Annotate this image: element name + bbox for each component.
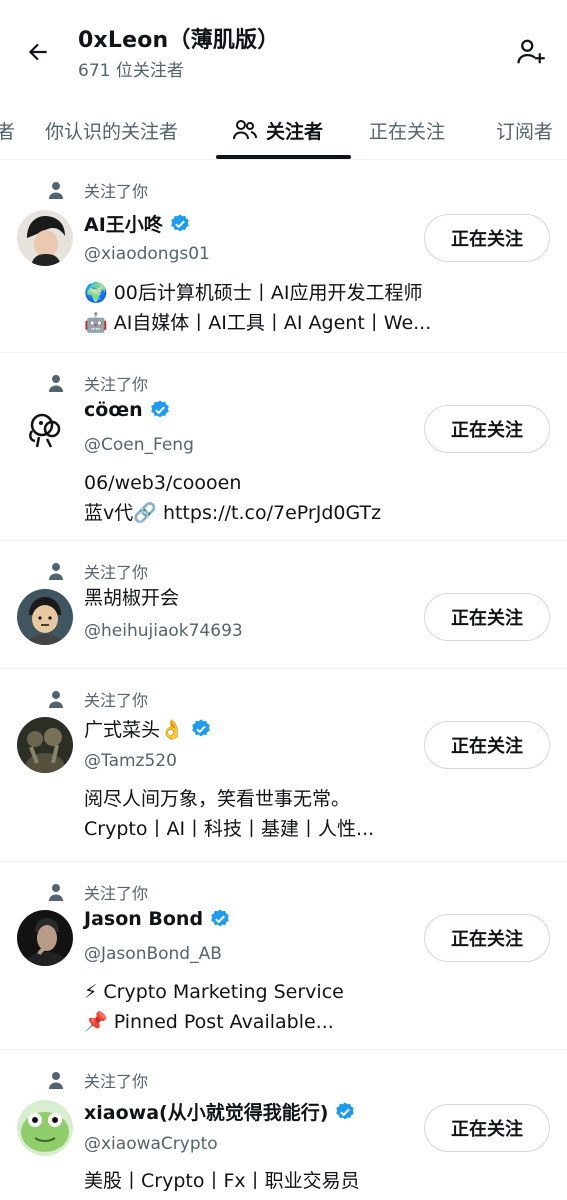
back-button[interactable] [18,32,58,72]
user-name[interactable]: cöœn [84,399,143,421]
follows-you-label: 关注了你 [84,691,149,710]
following-button[interactable]: 正在关注 [424,1104,550,1152]
bio-line: 🌍 00后计算机硕士丨AI应用开发工程师 [84,282,423,304]
follows-you-label: 关注了你 [84,182,149,201]
person-icon [46,882,66,902]
list-item[interactable]: 关注了你 广式菜头👌 @Tamz520 正在关注 阅尽人间万象，笑看世事无常。 … [0,669,567,862]
list-item[interactable]: 关注了你 xiaowa(从小就觉得我能行) @xiaowaCrypto 正在关注… [0,1050,567,1200]
person-icon [46,180,66,200]
header: 0xLeon（薄肌版） 671 位关注者 [0,0,567,100]
verified-badge-icon [209,908,231,930]
verified-badge-icon [334,1101,356,1123]
person-icon [46,1070,66,1090]
avatar[interactable] [17,1100,73,1156]
list-item[interactable]: 关注了你 cöœn @Coen_Feng 正在关注 06/web3/coooen… [0,353,567,541]
person-icon [46,689,66,709]
list-item[interactable]: 关注了你 黑胡椒开会 @heihujiaok74693 正在关注 [0,541,567,669]
user-name[interactable]: xiaowa(从小就觉得我能行) [84,1098,328,1125]
verified-badge-icon [190,718,212,740]
avatar[interactable] [17,717,73,773]
bio-line: ⚡ Crypto Marketing Service [84,981,344,1003]
avatar[interactable] [17,910,73,966]
follows-you-note: 关注了你 [46,559,148,583]
follows-you-note: 关注了你 [46,687,148,711]
follows-you-label: 关注了你 [84,563,149,582]
following-button[interactable]: 正在关注 [424,721,550,769]
bio-line: 📌 Pinned Post Available... [84,1011,334,1033]
tab-mutual-followers[interactable]: 你认识的关注者 [45,100,178,159]
bio-line: Crypto丨AI丨科技丨基建丨人性... [84,818,375,840]
user-name[interactable]: 广式菜头👌 [84,715,184,742]
user-handle: @Tamz520 [84,751,177,771]
tab-followers[interactable]: 关注者 [232,100,324,159]
tab-following[interactable]: 正在关注 [369,100,445,159]
bio-line: 06/web3/coooen [84,472,242,494]
avatar[interactable] [17,210,73,266]
follows-you-note: 关注了你 [46,1068,148,1092]
follower-count: 671 位关注者 [78,61,184,81]
verified-badge-icon [169,213,191,235]
user-handle: @xiaowaCrypto [84,1134,218,1154]
bio-line: 美股丨Crypto丨Fx丨职业交易员 [84,1170,360,1192]
active-tab-indicator [216,155,351,159]
follows-you-note: 关注了你 [46,371,148,395]
following-button[interactable]: 正在关注 [424,405,550,453]
people-icon [233,120,257,140]
bio-line: 蓝v代🔗 https://t.co/7ePrJd0GTz [84,502,382,524]
follows-you-note: 关注了你 [46,880,148,904]
person-icon [46,561,66,581]
person-icon [46,373,66,393]
page-title: 0xLeon（薄肌版） [78,28,280,53]
follows-you-label: 关注了你 [84,1072,149,1091]
add-user-button[interactable] [509,30,553,74]
arrow-left-icon [28,43,47,61]
add-user-icon [517,39,545,64]
list-item[interactable]: 关注了你 Jason Bond @JasonBond_AB 正在关注 ⚡ Cry… [0,862,567,1050]
tab-partial[interactable]: 者 [0,100,15,159]
user-name[interactable]: 黑胡椒开会 [84,583,179,610]
user-handle: @heihujiaok74693 [84,621,243,641]
following-button[interactable]: 正在关注 [424,214,550,262]
user-handle: @xiaodongs01 [84,244,210,264]
user-handle: @Coen_Feng [84,435,194,455]
user-handle: @JasonBond_AB [84,944,222,964]
avatar[interactable] [17,589,73,645]
avatar[interactable] [17,401,73,457]
follows-you-label: 关注了你 [84,884,149,903]
tab-subscribers[interactable]: 订阅者 [496,100,553,159]
following-button[interactable]: 正在关注 [424,914,550,962]
follows-you-label: 关注了你 [84,375,149,394]
list-item[interactable]: 关注了你 AI王小咚 @xiaodongs01 正在关注 🌍 00后计算机硕士丨… [0,160,567,353]
user-name[interactable]: AI王小咚 [84,210,163,237]
tab-bar: 者 你认识的关注者 关注者 正在关注 订阅者 [0,100,567,160]
follows-you-note: 关注了你 [46,178,148,202]
user-name[interactable]: Jason Bond [84,908,203,930]
tab-followers-label: 关注者 [266,120,324,143]
verified-badge-icon [149,399,171,421]
following-button[interactable]: 正在关注 [424,593,550,641]
bio-line: 阅尽人间万象，笑看世事无常。 [84,788,351,810]
bio-line: 🤖 AI自媒体丨AI工具丨AI Agent丨We... [84,312,432,334]
